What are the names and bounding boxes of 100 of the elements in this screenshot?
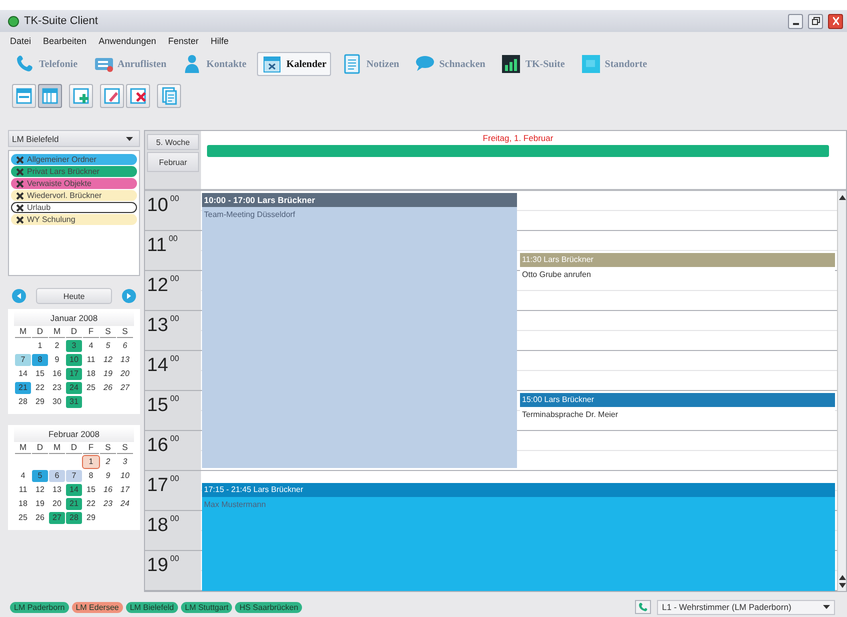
weekday-label: F: [83, 326, 99, 338]
location-tag[interactable]: LM Edersee: [72, 602, 123, 612]
calendar-item[interactable]: Urlaub: [11, 202, 137, 213]
day-cell[interactable]: 16: [49, 368, 65, 380]
location-tag[interactable]: LM Paderborn: [10, 602, 69, 612]
day-cell[interactable]: 2: [100, 456, 116, 468]
appointment-block[interactable]: 10:00 - 17:00 Lars Brückner Team-Meeting Düsseldorf: [202, 193, 517, 468]
day-cell[interactable]: 10: [66, 354, 82, 366]
day-cell[interactable]: 4: [15, 470, 31, 482]
day-cell[interactable]: 25: [15, 512, 31, 524]
day-cell[interactable]: 9: [49, 354, 65, 366]
day-cell[interactable]: 14: [66, 484, 82, 496]
day-cell[interactable]: 27: [117, 382, 133, 394]
day-cell[interactable]: 16: [100, 484, 116, 496]
day-cell[interactable]: 30: [49, 396, 65, 408]
day-cell[interactable]: 24: [66, 382, 82, 394]
menu-item[interactable]: Fenster: [168, 36, 199, 46]
day-cell[interactable]: 21: [66, 498, 82, 510]
day-cell[interactable]: 29: [32, 396, 48, 408]
day-cell[interactable]: 22: [83, 498, 99, 510]
day-cell[interactable]: 12: [100, 354, 116, 366]
day-cell[interactable]: 7: [66, 470, 82, 482]
day-cell[interactable]: 6: [49, 470, 65, 482]
calendar-item[interactable]: Wiedervorl. Brückner: [11, 190, 137, 201]
day-cell[interactable]: 1: [83, 456, 99, 468]
pencil-icon: [103, 87, 121, 105]
day-cell[interactable]: 15: [83, 484, 99, 496]
menu-item[interactable]: Datei: [10, 36, 32, 46]
appointment-title: 11:30 Lars Brückner: [520, 253, 835, 267]
day-cell[interactable]: 26: [32, 512, 48, 524]
today-button[interactable]: Heute: [36, 288, 112, 304]
hour-label: 10$^{00}$: [145, 191, 201, 231]
previous-button[interactable]: [12, 289, 26, 303]
day-cell[interactable]: 31: [66, 396, 82, 408]
location-dropdown[interactable]: LM Bielefeld: [8, 130, 140, 147]
day-cell[interactable]: 19: [32, 498, 48, 510]
day-cell[interactable]: 10: [117, 470, 133, 482]
app-tab[interactable]: Kalender: [257, 52, 332, 76]
day-cell[interactable]: 22: [32, 382, 48, 394]
day-cell[interactable]: 7: [15, 354, 31, 366]
location-tag[interactable]: HS Saarbrücken: [235, 602, 302, 612]
day-cell[interactable]: 8: [83, 470, 99, 482]
day-cell[interactable]: 24: [117, 498, 133, 510]
day-cell[interactable]: 20: [49, 498, 65, 510]
day-cell[interactable]: 3: [66, 340, 82, 352]
calendar-item[interactable]: Allgemeiner Ordner: [11, 154, 137, 165]
status-dot-icon: [8, 16, 19, 26]
day-cell[interactable]: 18: [83, 368, 99, 380]
appointment-block[interactable]: 17:15 - 21:45 Lars Brückner Max Mustermann: [202, 483, 835, 591]
line-dropdown[interactable]: L1 - Wehrstimmer (LM Paderborn): [657, 600, 835, 614]
day-cell[interactable]: 13: [49, 484, 65, 496]
menu-item[interactable]: Anwendungen: [98, 36, 156, 46]
day-cell[interactable]: 28: [15, 396, 31, 408]
day-cell[interactable]: 23: [100, 498, 116, 510]
view-button[interactable]: [12, 84, 36, 108]
weekday-label: M: [49, 442, 65, 454]
copy-button[interactable]: [157, 84, 181, 108]
minimize-button[interactable]: [788, 14, 803, 28]
day-cell[interactable]: 20: [117, 368, 133, 380]
view-button[interactable]: [38, 84, 62, 108]
day-cell[interactable]: 27: [49, 512, 65, 524]
weekday-label: D: [32, 442, 48, 454]
day-cell[interactable]: 23: [49, 382, 65, 394]
day-cell[interactable]: 2: [49, 340, 65, 352]
day-cell[interactable]: 9: [100, 470, 116, 482]
day-cell[interactable]: 3: [117, 456, 133, 468]
day-cell[interactable]: 1: [32, 340, 48, 352]
scrollbar[interactable]: [837, 191, 846, 591]
close-button[interactable]: [828, 14, 843, 28]
day-cell[interactable]: 21: [15, 382, 31, 394]
day-cell[interactable]: 13: [117, 354, 133, 366]
menu-item[interactable]: Bearbeiten: [43, 36, 87, 46]
day-cell[interactable]: 18: [15, 498, 31, 510]
day-cell[interactable]: 19: [100, 368, 116, 380]
day-cell[interactable]: 17: [117, 484, 133, 496]
day-cell[interactable]: 5: [100, 340, 116, 352]
next-button[interactable]: [122, 289, 136, 303]
day-cell[interactable]: 8: [32, 354, 48, 366]
delete-button[interactable]: [126, 84, 150, 108]
day-cell[interactable]: 25: [83, 382, 99, 394]
day-cell[interactable]: 17: [66, 368, 82, 380]
day-cell[interactable]: 4: [83, 340, 99, 352]
phone-button[interactable]: [635, 600, 651, 614]
day-cell[interactable]: 12: [32, 484, 48, 496]
location-tag[interactable]: LM Stuttgart: [180, 602, 232, 612]
calendar-item[interactable]: WY Schulung: [11, 214, 137, 225]
day-cell[interactable]: 28: [66, 512, 82, 524]
add-button[interactable]: [69, 84, 93, 108]
day-cell[interactable]: 5: [32, 470, 48, 482]
edit-button[interactable]: [100, 84, 124, 108]
location-tag[interactable]: LM Bielefeld: [126, 602, 178, 612]
day-cell[interactable]: 11: [83, 354, 99, 366]
restore-button[interactable]: [808, 14, 823, 28]
day-cell[interactable]: 15: [32, 368, 48, 380]
day-cell[interactable]: 6: [117, 340, 133, 352]
day-cell[interactable]: 29: [83, 512, 99, 524]
day-cell[interactable]: 11: [15, 484, 31, 496]
day-cell[interactable]: 26: [100, 382, 116, 394]
menu-item[interactable]: Hilfe: [210, 36, 229, 46]
day-cell[interactable]: 14: [15, 368, 31, 380]
